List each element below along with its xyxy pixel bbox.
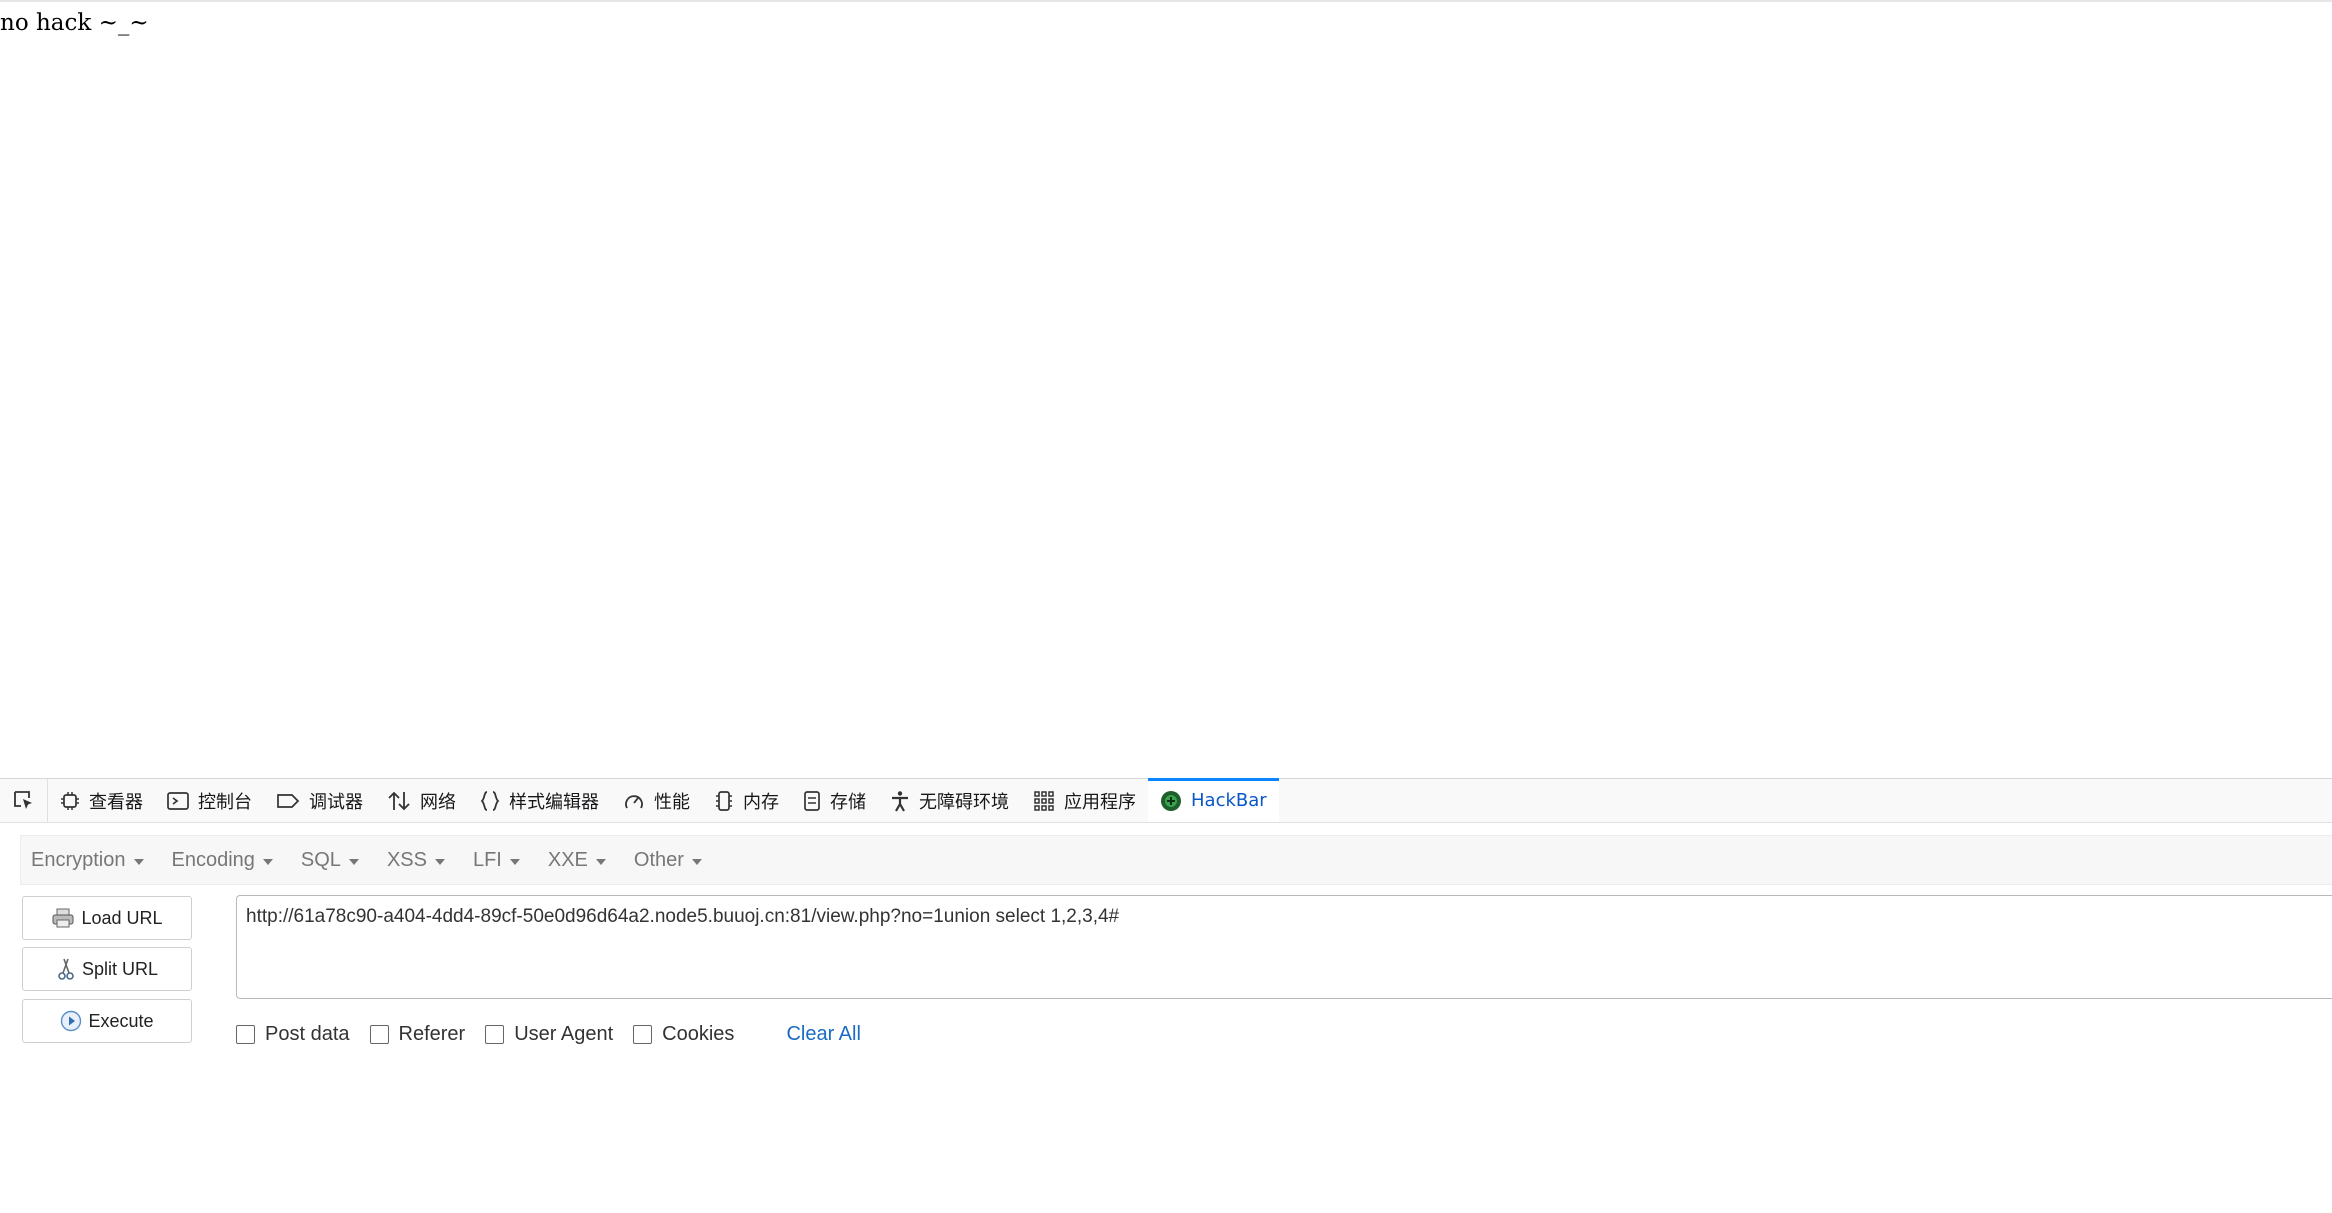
tab-label: 应用程序 <box>1064 791 1136 813</box>
tab-accessibility[interactable]: 无障碍环境 <box>878 779 1021 822</box>
option-referer[interactable]: Referer <box>369 1022 466 1046</box>
tab-label: 存储 <box>830 791 866 813</box>
tab-storage[interactable]: 存储 <box>791 779 878 822</box>
option-label: Referer <box>398 1022 466 1045</box>
style-editor-icon <box>480 790 500 811</box>
tab-label: 查看器 <box>89 791 143 813</box>
menu-label: Other <box>633 848 684 871</box>
caret-down-icon <box>509 858 520 865</box>
user-agent-checkbox[interactable] <box>485 1024 505 1044</box>
cookies-checkbox[interactable] <box>633 1024 653 1044</box>
caret-down-icon <box>595 858 606 865</box>
option-label: User Agent <box>514 1022 614 1045</box>
hackbar-menubar: Encryption Encoding SQL XSS LFI XXE Othe… <box>20 835 2332 885</box>
tab-label: 样式编辑器 <box>509 791 599 813</box>
menu-other[interactable]: Other <box>634 849 702 872</box>
console-icon <box>167 791 189 810</box>
referer-checkbox[interactable] <box>369 1024 389 1044</box>
option-label: Cookies <box>662 1022 735 1045</box>
tab-label: 内存 <box>743 791 779 813</box>
menu-xss[interactable]: XSS <box>387 849 445 872</box>
option-user-agent[interactable]: User Agent <box>485 1023 613 1046</box>
tab-label: HackBar <box>1191 790 1267 811</box>
play-icon <box>61 1010 82 1032</box>
execute-label: Execute <box>88 1010 154 1031</box>
tab-hackbar[interactable]: HackBar <box>1148 778 1279 822</box>
page-message: no hack ~_~ <box>0 10 149 36</box>
hackbar-icon <box>1161 790 1181 811</box>
menu-label: XSS <box>386 848 427 871</box>
tab-memory[interactable]: 内存 <box>702 779 791 822</box>
storage-icon <box>804 790 820 811</box>
devtools-panel: 查看器 控制台 调试器 网络 样式编辑器 性能 内存 存储 无障碍环境 应用程序… <box>0 778 2332 1213</box>
option-post-data[interactable]: Post data <box>236 1023 350 1046</box>
load-url-button[interactable]: Load URL <box>22 896 192 940</box>
tab-inspector[interactable]: 查看器 <box>48 779 155 822</box>
menu-encryption[interactable]: Encryption <box>31 849 144 872</box>
scissors-icon <box>58 958 74 980</box>
element-picker-icon <box>13 790 32 809</box>
tab-label: 控制台 <box>198 791 252 813</box>
page-content: no hack ~_~ <box>0 0 2332 778</box>
menu-label: Encoding <box>171 848 255 871</box>
printer-icon <box>52 908 74 928</box>
split-url-button[interactable]: Split URL <box>22 947 192 991</box>
network-icon <box>388 791 410 810</box>
tab-style-editor[interactable]: 样式编辑器 <box>468 779 611 822</box>
tab-performance[interactable]: 性能 <box>611 779 702 822</box>
caret-down-icon <box>691 858 702 865</box>
option-label: Post data <box>265 1022 350 1045</box>
tab-label: 无障碍环境 <box>919 791 1009 813</box>
menu-xxe[interactable]: XXE <box>548 849 606 872</box>
element-picker-button[interactable] <box>0 779 48 822</box>
devtools-toolbar: 查看器 控制台 调试器 网络 样式编辑器 性能 内存 存储 无障碍环境 应用程序… <box>0 778 2332 823</box>
caret-down-icon <box>133 858 144 865</box>
debugger-icon <box>277 793 300 808</box>
inspector-icon <box>61 791 79 810</box>
menu-label: LFI <box>472 848 502 871</box>
hackbar-options: Post data Referer User Agent Cookies Cle… <box>236 1019 861 1049</box>
menu-lfi[interactable]: LFI <box>473 849 520 872</box>
performance-icon <box>625 794 643 808</box>
url-textarea[interactable]: http://61a78c90-a404-4dd4-89cf-50e0d96d6… <box>236 895 2332 999</box>
menu-label: Encryption <box>31 848 126 871</box>
clear-all-link[interactable]: Clear All <box>786 1023 860 1046</box>
tab-label: 性能 <box>654 791 690 813</box>
tab-console[interactable]: 控制台 <box>155 779 264 822</box>
tab-label: 调试器 <box>309 791 363 813</box>
tab-debugger[interactable]: 调试器 <box>264 779 375 822</box>
tab-application[interactable]: 应用程序 <box>1021 779 1148 822</box>
option-cookies[interactable]: Cookies <box>633 1023 734 1046</box>
caret-down-icon <box>434 858 445 865</box>
tab-label: 网络 <box>420 791 456 813</box>
load-url-label: Load URL <box>81 907 163 928</box>
memory-icon <box>716 790 732 811</box>
execute-button[interactable]: Execute <box>22 999 192 1043</box>
tab-network[interactable]: 网络 <box>375 779 468 822</box>
accessibility-icon <box>892 790 908 812</box>
caret-down-icon <box>262 858 273 865</box>
menu-label: XXE <box>547 848 588 871</box>
split-url-label: Split URL <box>81 958 159 979</box>
menu-label: SQL <box>300 848 341 871</box>
application-icon <box>1034 790 1054 811</box>
menu-sql[interactable]: SQL <box>301 849 359 872</box>
post-data-checkbox[interactable] <box>236 1024 255 1044</box>
menu-encoding[interactable]: Encoding <box>172 849 273 872</box>
caret-down-icon <box>348 858 359 865</box>
